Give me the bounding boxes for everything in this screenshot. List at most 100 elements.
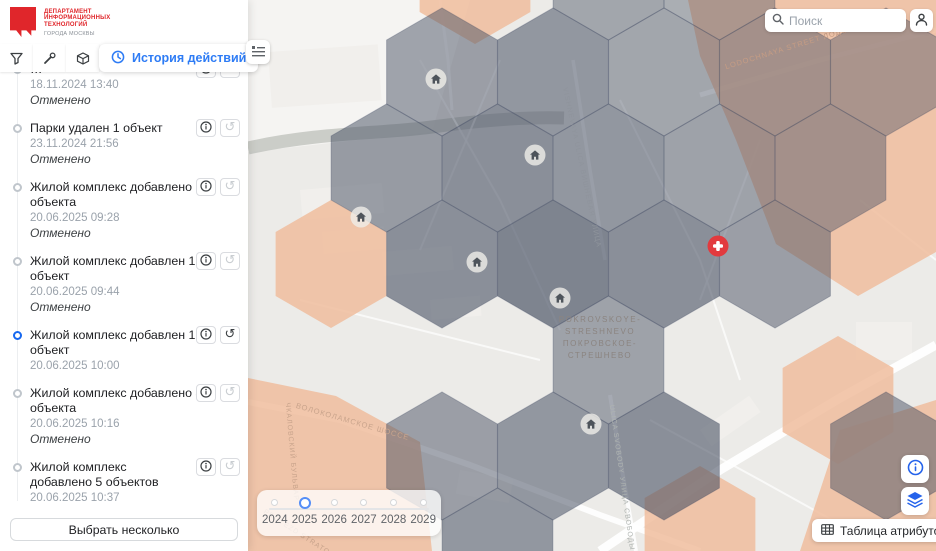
house-marker[interactable] bbox=[581, 414, 602, 435]
history-list: … 18.11.2024 13:40 Отменено ↺ bbox=[0, 64, 248, 501]
timeline-year-2028[interactable]: 2028 bbox=[379, 495, 409, 526]
map-svg: LODOCHNAYA STREET ЛОДОЧНАЯ УЛИЦАVISHNEVA… bbox=[248, 0, 936, 551]
history-item-title: Жилой комплекс добавлено 2 объекта bbox=[30, 180, 222, 210]
history-item-undo-button[interactable]: ↺ bbox=[220, 384, 240, 402]
add-object-marker[interactable] bbox=[708, 236, 729, 257]
history-item-datetime: 20.06.2025 10:00 bbox=[30, 359, 222, 373]
house-marker[interactable] bbox=[550, 288, 571, 309]
cube-icon bbox=[76, 52, 90, 65]
history-item[interactable]: Жилой комплекс добавлен 1 объект 20.06.2… bbox=[0, 249, 248, 320]
timeline-year-2027[interactable]: 2027 bbox=[349, 495, 379, 526]
timeline-year-2024[interactable]: 2024 bbox=[260, 495, 290, 526]
tab-history[interactable]: История действий bbox=[99, 44, 258, 72]
timeline-dot[interactable] bbox=[360, 499, 367, 506]
history-item-title: Жилой комплекс добавлен 1 объект bbox=[30, 328, 222, 358]
history-item-status: Отменено bbox=[30, 300, 222, 315]
undo-icon: ↺ bbox=[225, 329, 236, 341]
undo-icon: ↺ bbox=[225, 461, 236, 473]
house-marker[interactable] bbox=[351, 207, 372, 228]
sidebar-tabbar bbox=[0, 44, 99, 72]
map-canvas[interactable]: LODOCHNAYA STREET ЛОДОЧНАЯ УЛИЦАVISHNEVA… bbox=[248, 0, 936, 551]
select-multiple-button[interactable]: Выбрать несколько bbox=[10, 518, 238, 541]
history-item-title: Жилой комплекс добавлено 3 объекта bbox=[30, 386, 222, 416]
history-item-undo-button[interactable]: ↺ bbox=[220, 326, 240, 344]
undo-icon: ↺ bbox=[225, 387, 236, 399]
history-item-bullet bbox=[13, 389, 22, 398]
history-item[interactable]: Парки удален 1 объект 23.11.2024 21:56 О… bbox=[0, 116, 248, 172]
house-marker[interactable] bbox=[426, 69, 447, 90]
timeline-year-2026[interactable]: 2026 bbox=[319, 495, 349, 526]
history-item[interactable]: Жилой комплекс добавлено 2 объекта 20.06… bbox=[0, 175, 248, 246]
history-item-datetime: 20.06.2025 10:16 bbox=[30, 417, 222, 431]
history-item-undo-button[interactable]: ↺ bbox=[220, 252, 240, 270]
timeline-dot[interactable] bbox=[331, 499, 338, 506]
timeline-dot[interactable] bbox=[390, 499, 397, 506]
tab-history-label: История действий bbox=[132, 51, 246, 65]
history-item-info-button[interactable] bbox=[196, 384, 216, 402]
logo-line-2: ИНФОРМАЦИОННЫХ bbox=[44, 15, 110, 22]
search-input[interactable] bbox=[789, 14, 899, 28]
history-item-info-button[interactable] bbox=[196, 252, 216, 270]
legend-toggle-button[interactable] bbox=[246, 40, 270, 64]
history-item-info-button[interactable] bbox=[196, 458, 216, 476]
history-item-title: Жилой комплекс добавлено 5 объектов bbox=[30, 460, 180, 490]
district-label: ПОКРОВСКОЕ- bbox=[563, 339, 637, 348]
history-item-undo-button[interactable]: ↺ bbox=[220, 178, 240, 196]
info-icon bbox=[200, 386, 212, 401]
timeline-year-2025[interactable]: 2025 bbox=[290, 495, 320, 526]
history-item[interactable]: Жилой комплекс добавлено 3 объекта 20.06… bbox=[0, 381, 248, 452]
timeline-year-label: 2027 bbox=[351, 514, 377, 526]
wrench-icon bbox=[43, 52, 56, 65]
timeline-year-label: 2024 bbox=[262, 514, 288, 526]
history-item-actions: ↺ bbox=[196, 326, 240, 344]
layers-icon bbox=[906, 491, 924, 511]
timeline-year-label: 2028 bbox=[381, 514, 407, 526]
timeline-handle[interactable] bbox=[299, 497, 311, 509]
history-item-actions: ↺ bbox=[196, 178, 240, 196]
logo-subtitle: ГОРОДА МОСКВЫ bbox=[44, 31, 110, 38]
timeline-year-label: 2025 bbox=[292, 514, 318, 526]
sidebar-header: ДЕПАРТАМЕНТ ИНФОРМАЦИОННЫХ ТЕХНОЛОГИЙ ГО… bbox=[0, 0, 248, 44]
dit-logo-icon bbox=[10, 7, 36, 37]
tab-filter[interactable] bbox=[0, 44, 33, 72]
tab-measure[interactable] bbox=[33, 44, 66, 72]
timeline-dot[interactable] bbox=[271, 499, 278, 506]
tab-layers-cube[interactable] bbox=[66, 44, 99, 72]
user-profile-button[interactable] bbox=[910, 9, 933, 32]
attribute-table-button[interactable]: Таблица атрибутов bbox=[812, 519, 936, 542]
history-item-info-button[interactable] bbox=[196, 326, 216, 344]
user-icon bbox=[915, 13, 928, 29]
sidebar: ДЕПАРТАМЕНТ ИНФОРМАЦИОННЫХ ТЕХНОЛОГИЙ ГО… bbox=[0, 0, 248, 551]
table-icon bbox=[821, 524, 834, 538]
history-item-undo-button[interactable]: ↺ bbox=[220, 119, 240, 137]
history-item-bullet bbox=[13, 463, 22, 472]
undo-icon: ↺ bbox=[225, 255, 236, 267]
timeline-year-2029[interactable]: 2029 bbox=[408, 495, 438, 526]
search-bar[interactable] bbox=[765, 9, 906, 32]
legend-icon bbox=[252, 45, 265, 60]
history-item[interactable]: Жилой комплекс добавлено 5 объектов 20.0… bbox=[0, 455, 248, 501]
house-marker[interactable] bbox=[467, 252, 488, 273]
map-info-button[interactable] bbox=[901, 455, 929, 483]
info-icon bbox=[200, 180, 212, 195]
history-item-info-button[interactable] bbox=[196, 178, 216, 196]
undo-icon: ↺ bbox=[225, 181, 236, 193]
dit-logo-text: ДЕПАРТАМЕНТ ИНФОРМАЦИОННЫХ ТЕХНОЛОГИЙ ГО… bbox=[44, 7, 110, 38]
history-item-actions: ↺ bbox=[196, 119, 240, 137]
timeline-slider[interactable]: 2024 202520262027 20282029 bbox=[257, 490, 441, 536]
history-item-undo-button[interactable]: ↺ bbox=[220, 458, 240, 476]
map-layers-button[interactable] bbox=[901, 487, 929, 515]
gis-app: LODOCHNAYA STREET ЛОДОЧНАЯ УЛИЦАVISHNEVA… bbox=[0, 0, 936, 551]
timeline-dot[interactable] bbox=[420, 499, 427, 506]
history-item-status: Отменено bbox=[30, 432, 222, 447]
house-marker[interactable] bbox=[525, 145, 546, 166]
history-item-status: Отменено bbox=[30, 93, 222, 108]
history-item-datetime: 23.11.2024 21:56 bbox=[30, 137, 222, 151]
history-clock-icon bbox=[111, 50, 125, 67]
search-icon bbox=[772, 12, 784, 30]
attribute-table-label: Таблица атрибутов bbox=[840, 524, 936, 538]
filter-icon bbox=[10, 52, 23, 65]
history-item-info-button[interactable] bbox=[196, 119, 216, 137]
history-item-bullet bbox=[13, 183, 22, 192]
history-item[interactable]: Жилой комплекс добавлен 1 объект 20.06.2… bbox=[0, 323, 248, 378]
